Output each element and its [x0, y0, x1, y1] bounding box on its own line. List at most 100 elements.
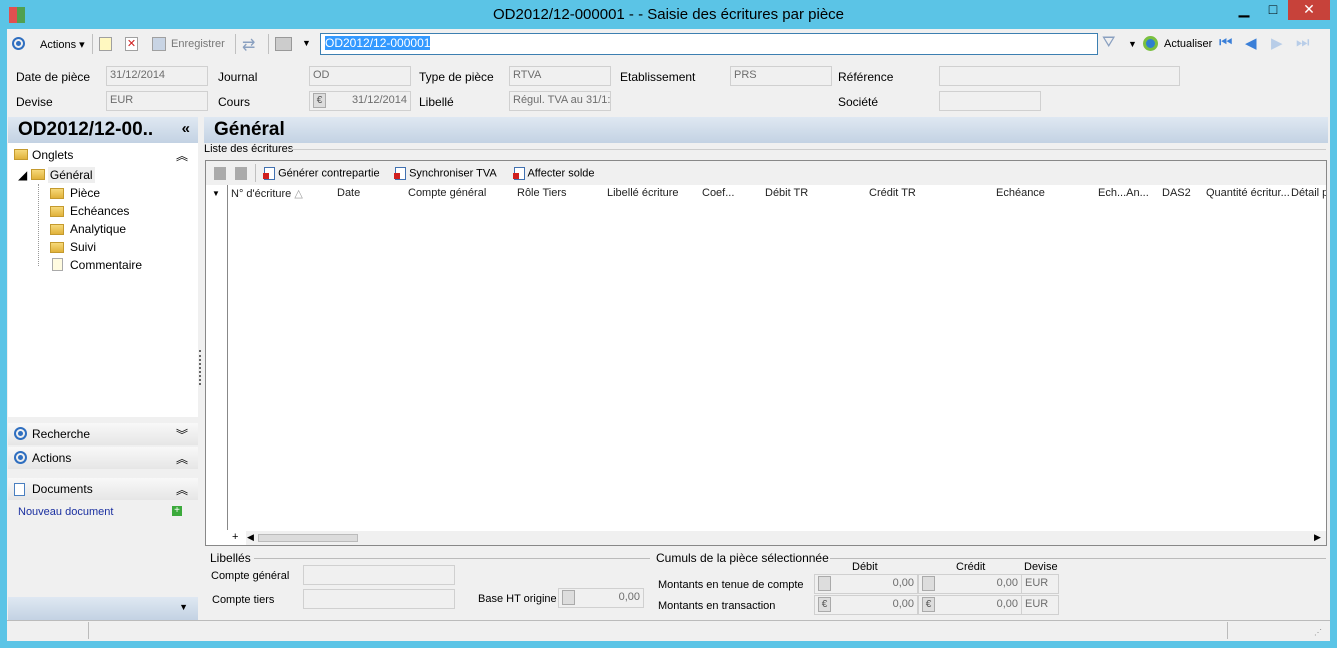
chevron-up-icon[interactable]: ︽ [176, 147, 188, 164]
entries-grid[interactable] [205, 160, 1327, 546]
currency-icon [818, 576, 831, 591]
cumuls-debit-field[interactable]: €0,00 [814, 595, 918, 615]
devise-field[interactable]: EUR [106, 91, 208, 111]
sidebar-header: OD2012/12-00.. « [8, 117, 198, 143]
type-piece-label: Type de pièce [419, 70, 494, 84]
horizontal-scrollbar[interactable] [246, 531, 1326, 545]
new-icon[interactable] [99, 37, 112, 51]
collapse-sidebar-icon[interactable]: « [182, 120, 190, 137]
search-input[interactable]: OD2012/12-000001 [320, 33, 1098, 55]
col-das2[interactable]: DAS2 [1162, 187, 1191, 199]
base-ht-field[interactable]: 0,00 [558, 588, 644, 608]
section-actions[interactable]: Actions ︽ [8, 447, 198, 469]
list-label: Liste des écritures [204, 143, 294, 155]
cumuls-credit-field[interactable]: 0,00 [918, 574, 1022, 594]
cumuls-devise-field[interactable]: EUR [1021, 595, 1059, 615]
save-button[interactable]: Enregistrer [171, 38, 225, 50]
refresh-button[interactable]: Actualiser [1164, 38, 1212, 50]
delete-icon[interactable]: ✕ [125, 37, 138, 51]
close-button[interactable]: ✕ [1288, 0, 1330, 20]
section-documents[interactable]: Documents ︽ [8, 478, 198, 500]
splitter-handle[interactable] [199, 350, 202, 385]
libelle-field[interactable]: Régul. TVA au 31/1: [509, 91, 611, 111]
generate-counterpart-button[interactable]: Générer contrepartie [263, 167, 380, 180]
libelles-title: Libellés [210, 551, 251, 565]
societe-label: Société [838, 95, 879, 109]
col-compte-general[interactable]: Compte général [408, 187, 486, 199]
tree-item-commentaire[interactable]: Commentaire [50, 258, 142, 272]
filter-icon[interactable]: ⛛ [1102, 34, 1115, 52]
col-detail[interactable]: Détail p [1291, 187, 1326, 199]
assign-balance-button[interactable]: Affecter solde [513, 167, 595, 180]
folder-icon [50, 242, 64, 253]
col-date[interactable]: Date [337, 187, 360, 199]
currency-icon [922, 576, 935, 591]
filter-dropdown[interactable]: ▼ [1128, 39, 1137, 49]
col-echeance[interactable]: Echéance [996, 187, 1045, 199]
add-row-icon[interactable]: + [232, 531, 238, 543]
resize-grip-icon[interactable]: ⋰ [1314, 628, 1322, 637]
maximize-button[interactable]: □ [1258, 0, 1288, 20]
sidebar-footer[interactable]: ▼ [8, 597, 198, 620]
cumuls-devise-field[interactable]: EUR [1021, 574, 1059, 594]
col-coef[interactable]: Coef... [702, 187, 734, 199]
col-quantite[interactable]: Quantité écritur... [1206, 187, 1290, 199]
scroll-thumb[interactable] [258, 534, 358, 542]
search-section-icon [14, 427, 27, 440]
col-debit[interactable]: Débit TR [765, 187, 808, 199]
chevron-up-icon[interactable]: ︽ [176, 450, 188, 467]
row-edit-icon[interactable] [235, 167, 247, 180]
journal-label: Journal [218, 70, 258, 84]
section-recherche[interactable]: Recherche ︾ [8, 423, 198, 445]
reference-field[interactable] [939, 66, 1180, 86]
section-onglets[interactable]: Onglets ︽ [8, 144, 198, 166]
col-libelle[interactable]: Libellé écriture [607, 187, 679, 199]
prev-record-icon[interactable]: ◀ [1245, 34, 1257, 52]
tree-item-general[interactable]: ◢ Général [18, 167, 95, 183]
col-ech-an[interactable]: Ech...An... [1098, 187, 1149, 199]
cumuls-credit-field[interactable]: €0,00 [918, 595, 1022, 615]
cours-label: Cours [218, 95, 251, 109]
print-dropdown[interactable]: ▼ [302, 38, 311, 48]
status-bar [7, 620, 1330, 641]
tree-item-analytique[interactable]: Analytique [50, 222, 126, 236]
add-icon[interactable]: + [172, 506, 182, 516]
col-numero[interactable]: N° d'écriture △ [231, 187, 303, 200]
tree-item-piece[interactable]: Pièce [50, 186, 100, 200]
col-role-tiers[interactable]: Rôle Tiers [517, 187, 567, 199]
document-icon [513, 167, 525, 180]
col-credit[interactable]: Crédit TR [869, 187, 916, 199]
compte-general-label: Compte général [211, 570, 290, 582]
cours-field[interactable]: €31/12/2014 [309, 91, 411, 111]
print-icon[interactable] [275, 37, 292, 51]
compte-tiers-field[interactable] [303, 589, 455, 609]
column-chooser-icon[interactable]: ▼ [212, 189, 220, 198]
scroll-right-icon[interactable]: ▶ [1314, 532, 1321, 543]
tree-item-echeances[interactable]: Echéances [50, 204, 129, 218]
scroll-left-icon[interactable]: ◀ [247, 532, 254, 543]
sync-icon[interactable]: ⇄ [242, 35, 255, 55]
chevron-up-icon[interactable]: ︽ [176, 481, 188, 498]
cumuls-debit-field[interactable]: 0,00 [814, 574, 918, 594]
tree-item-suivi[interactable]: Suivi [50, 240, 96, 254]
next-record-icon[interactable]: ▶ [1271, 34, 1283, 52]
sort-asc-icon: △ [294, 188, 303, 200]
refresh-icon[interactable] [1143, 36, 1158, 51]
folder-icon [14, 149, 28, 160]
journal-field[interactable]: OD [309, 66, 411, 86]
row-icon[interactable] [214, 167, 226, 180]
euro-icon: € [922, 597, 935, 612]
sync-tva-button[interactable]: Synchroniser TVA [394, 167, 497, 180]
type-piece-field[interactable]: RTVA [509, 66, 611, 86]
last-record-icon[interactable]: ⏭ [1296, 34, 1310, 51]
menu-icon[interactable] [12, 37, 25, 50]
first-record-icon[interactable]: ⏮ [1219, 34, 1233, 51]
chevron-down-icon[interactable]: ︾ [176, 426, 188, 443]
actions-menu[interactable]: Actions ▾ [40, 38, 85, 51]
new-document-link[interactable]: Nouveau document [18, 506, 113, 518]
compte-general-field[interactable] [303, 565, 455, 585]
societe-field[interactable] [939, 91, 1041, 111]
date-piece-field[interactable]: 31/12/2014 [106, 66, 208, 86]
etablissement-field[interactable]: PRS [730, 66, 832, 86]
minimize-button[interactable]: ▁ [1229, 0, 1259, 20]
